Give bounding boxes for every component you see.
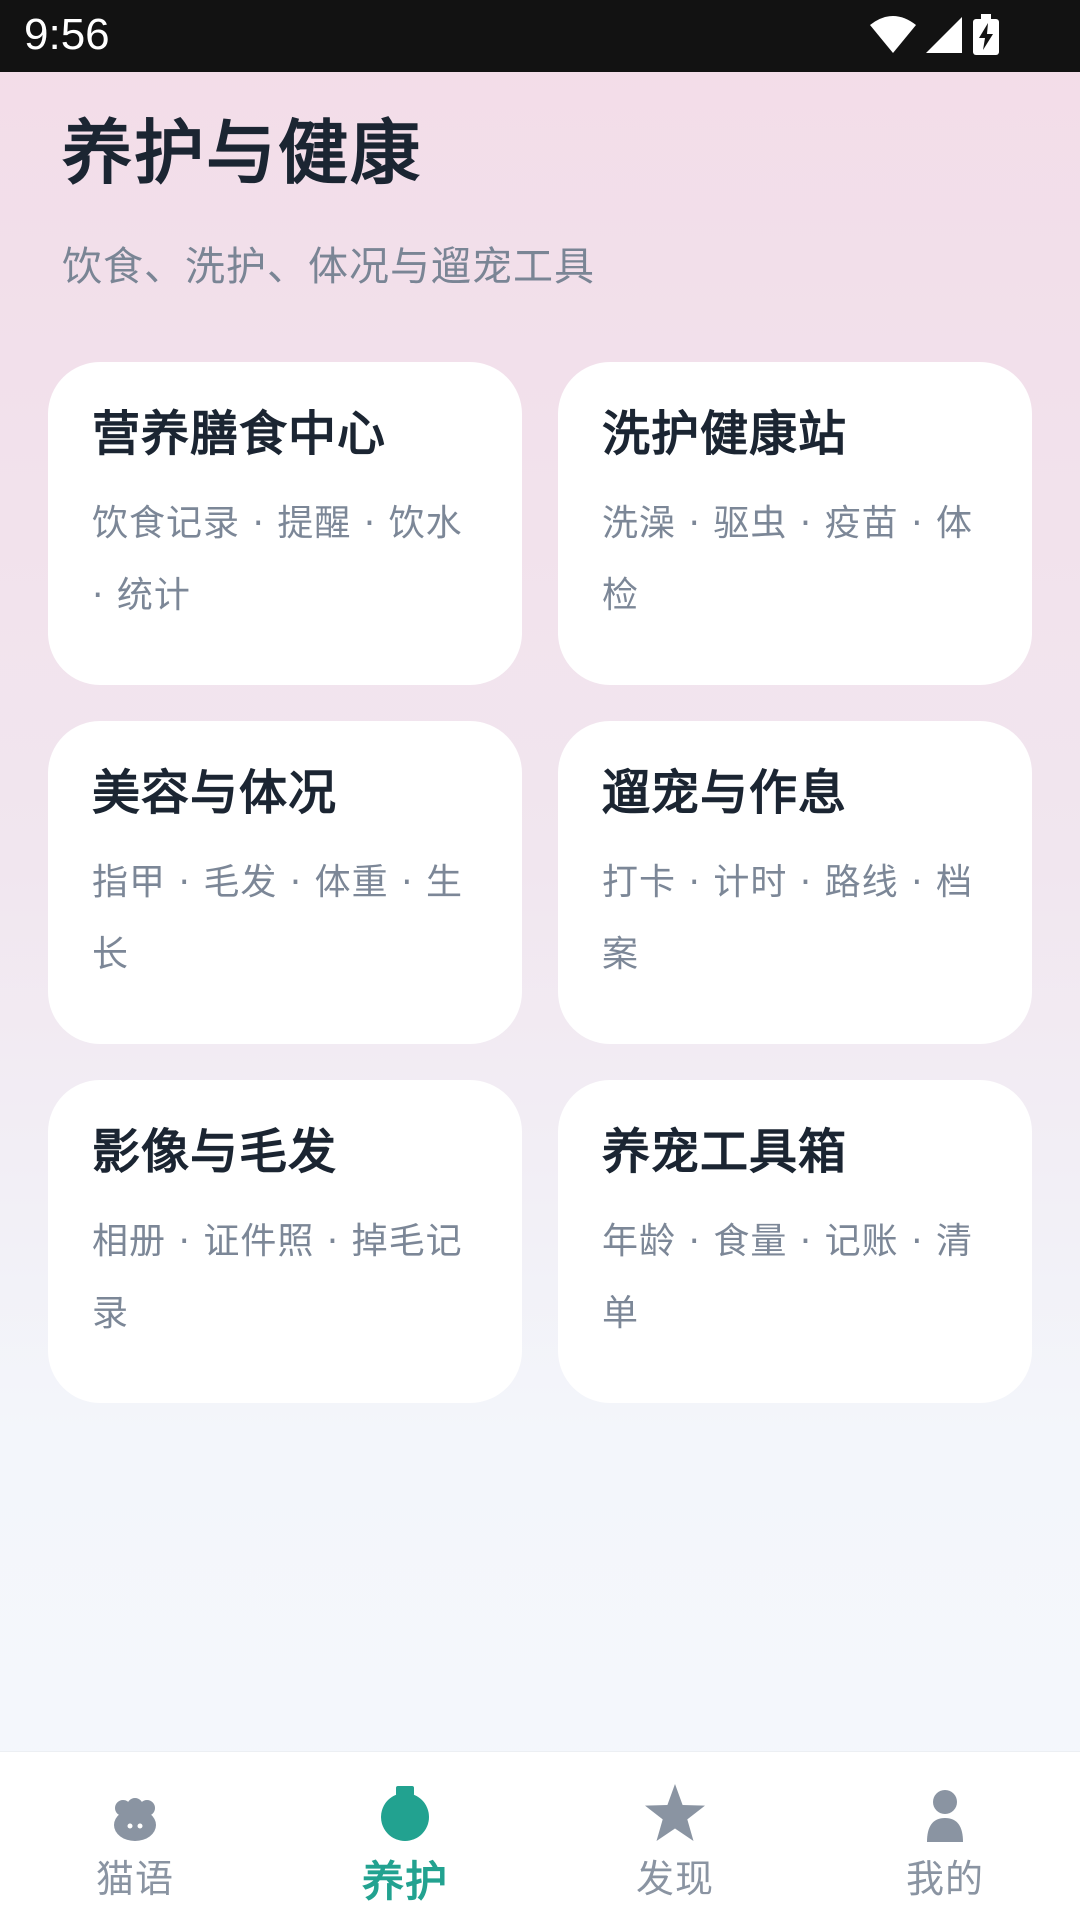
nav-label: 发现 [635,1857,714,1901]
bottom-nav: 猫语 养护 发现 我的 [0,1751,1080,1920]
status-bar: 9:56 [0,0,1080,72]
card-title: 美容与体况 [92,765,338,821]
nav-label: 我的 [905,1857,984,1901]
star-icon [645,1784,705,1841]
card-description: 年龄 · 食量 · 记账 · 清单 [602,1221,973,1334]
card-grooming-health-station[interactable]: 洗护健康站 洗澡 · 驱虫 · 疫苗 · 体检 [558,362,1032,685]
battery-charging-icon [973,14,999,55]
card-description: 指甲 · 毛发 · 体重 · 生长 [92,862,463,975]
card-walk-routine[interactable]: 遛宠与作息 打卡 · 计时 · 路线 · 档案 [558,721,1032,1044]
card-photos-fur[interactable]: 影像与毛发 相册 · 证件照 · 掉毛记录 [48,1080,522,1403]
card-nutrition-center[interactable]: 营养膳食中心 饮食记录 · 提醒 · 饮水 · 统计 [48,362,522,685]
wifi-icon [870,16,916,53]
page-header: 养护与健康 饮食、洗护、体况与遛宠工具 [62,118,595,292]
card-pet-toolbox[interactable]: 养宠工具箱 年龄 · 食量 · 记账 · 清单 [558,1080,1032,1403]
status-time: 9:56 [24,10,110,59]
card-title: 营养膳食中心 [92,406,387,462]
person-icon [927,1790,963,1842]
card-beauty-condition[interactable]: 美容与体况 指甲 · 毛发 · 体重 · 生长 [48,721,522,1044]
care-bag-icon [381,1786,429,1841]
nav-label: 养护 [361,1857,448,1906]
feature-grid: 营养膳食中心 饮食记录 · 提醒 · 饮水 · 统计 洗护健康站 洗澡 · 驱虫… [48,362,1032,1403]
card-description: 相册 · 证件照 · 掉毛记录 [92,1221,463,1334]
nav-item-discover[interactable]: 发现 [540,1752,810,1920]
status-icons [870,14,1000,56]
card-title: 遛宠与作息 [602,765,848,821]
page-title: 养护与健康 [62,112,422,194]
page-subtitle: 饮食、洗护、体况与遛宠工具 [62,244,595,290]
card-title: 养宠工具箱 [602,1124,848,1180]
card-description: 洗澡 · 驱虫 · 疫苗 · 体检 [602,503,973,616]
cellular-signal-icon [926,17,962,53]
nav-item-mine[interactable]: 我的 [810,1752,1080,1920]
nav-item-care[interactable]: 养护 [270,1752,540,1920]
nav-label: 猫语 [95,1857,174,1901]
card-description: 打卡 · 计时 · 路线 · 档案 [602,862,973,975]
cat-face-icon [114,1798,156,1841]
card-title: 洗护健康站 [602,406,848,462]
card-title: 影像与毛发 [92,1124,338,1180]
nav-item-cat-talk[interactable]: 猫语 [0,1752,270,1920]
card-description: 饮食记录 · 提醒 · 饮水 · 统计 [92,503,463,616]
